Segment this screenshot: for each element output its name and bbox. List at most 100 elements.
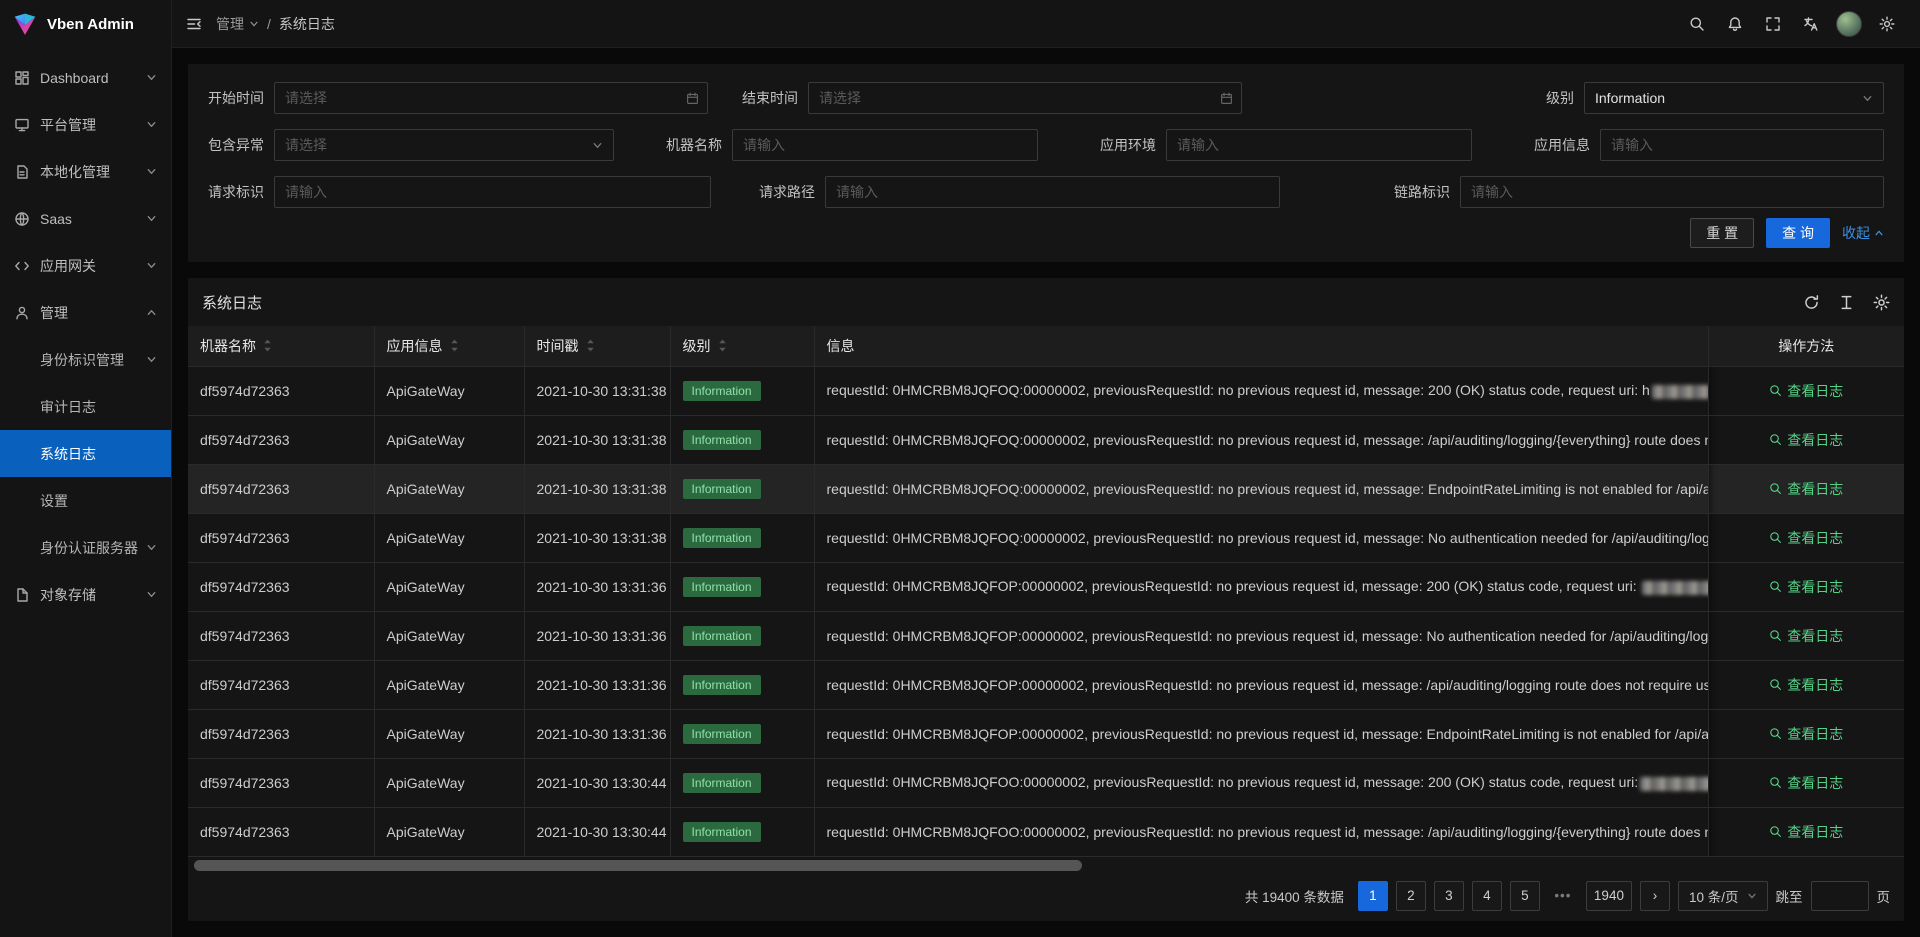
sidebar-item-settings[interactable]: 设置 [0,477,171,524]
view-log-link[interactable]: 查看日志 [1769,822,1843,842]
page-button-1[interactable]: 1 [1358,881,1388,911]
end-time-input[interactable] [808,82,1242,114]
col-timestamp[interactable]: 时间戳 [524,326,670,366]
col-message: 信息 [814,326,1708,366]
page-button-4[interactable]: 4 [1472,881,1502,911]
sidebar-item-object-storage[interactable]: 对象存储 [0,571,171,618]
view-log-link[interactable]: 查看日志 [1769,675,1843,695]
page-size-select[interactable]: 10 条/页 [1678,881,1768,911]
sidebar-item-label: 审计日志 [40,397,96,417]
sidebar-item-label: 管理 [40,303,68,323]
sidebar-item-audit-logs[interactable]: 审计日志 [0,383,171,430]
menu-fold-button[interactable] [186,16,202,32]
view-log-link[interactable]: 查看日志 [1769,479,1843,499]
collapse-toggle[interactable]: 收起 [1842,223,1884,243]
search-submit-button[interactable]: 查 询 [1766,218,1830,248]
cell-message: requestId: 0HMCRBM8JQFOP:00000002, previ… [814,562,1708,611]
cell-message: requestId: 0HMCRBM8JQFOQ:00000002, previ… [814,415,1708,464]
page-button-5[interactable]: 5 [1510,881,1540,911]
jump-page-input[interactable] [1811,881,1869,911]
cell-actions: 查看日志 [1708,758,1904,807]
table-row: df5974d72363 ApiGateWay 2021-10-30 13:31… [188,464,1904,513]
page-button-3[interactable]: 3 [1434,881,1464,911]
cell-level: Information [670,562,814,611]
cell-message: requestId: 0HMCRBM8JQFOP:00000002, previ… [814,611,1708,660]
sidebar-item-identity-server[interactable]: 身份认证服务器 [0,524,171,571]
has-exception-label: 包含异常 [208,135,264,155]
notifications-button[interactable] [1716,0,1754,48]
sidebar-item-localization[interactable]: 本地化管理 [0,148,171,195]
logo[interactable]: Vben Admin [0,0,171,48]
search-icon [1769,629,1782,642]
horizontal-scrollbar [192,860,1900,871]
sidebar-item-gateway[interactable]: 应用网关 [0,242,171,289]
app-root: Vben Admin Dashboard 平台管理 本地化管理 Saas [0,0,1920,937]
page-button-2[interactable]: 2 [1396,881,1426,911]
level-badge: Information [683,430,761,450]
view-log-link[interactable]: 查看日志 [1769,381,1843,401]
machine-name-label: 机器名称 [666,135,722,155]
view-log-link[interactable]: 查看日志 [1769,577,1843,597]
page-content: 开始时间 结束时间 级别 [172,48,1920,937]
app-info-input[interactable] [1600,129,1884,161]
pagination-ellipsis[interactable]: ••• [1548,888,1578,903]
end-time-label: 结束时间 [742,88,798,108]
request-path-input[interactable] [825,176,1280,208]
view-log-link[interactable]: 查看日志 [1769,430,1843,450]
start-time-input[interactable] [274,82,708,114]
settings-button[interactable] [1868,0,1906,48]
cell-machine: df5974d72363 [188,366,374,415]
level-select[interactable]: Information [1584,82,1884,114]
fullscreen-button[interactable] [1754,0,1792,48]
row-height-icon[interactable] [1838,294,1855,311]
view-log-link[interactable]: 查看日志 [1769,528,1843,548]
language-button[interactable] [1792,0,1830,48]
request-id-label: 请求标识 [208,182,264,202]
sidebar-item-system-logs[interactable]: 系统日志 [0,430,171,477]
chevron-up-icon [1874,228,1884,238]
cell-machine: df5974d72363 [188,709,374,758]
sidebar-item-identity-management[interactable]: 身份标识管理 [0,336,171,383]
view-log-link[interactable]: 查看日志 [1769,724,1843,744]
user-menu[interactable] [1830,0,1868,48]
col-level[interactable]: 级别 [670,326,814,366]
refresh-icon[interactable] [1803,294,1820,311]
view-log-link[interactable]: 查看日志 [1769,773,1843,793]
cell-machine: df5974d72363 [188,464,374,513]
scrollbar-thumb[interactable] [194,860,1082,871]
sidebar-item-platform[interactable]: 平台管理 [0,101,171,148]
cell-app: ApiGateWay [374,415,524,464]
table-row: df5974d72363 ApiGateWay 2021-10-30 13:30… [188,758,1904,807]
sidebar-item-label: 系统日志 [40,444,96,464]
search-icon [1769,825,1782,838]
cell-actions: 查看日志 [1708,709,1904,758]
sidebar-item-admin[interactable]: 管理 [0,289,171,336]
reset-button[interactable]: 重 置 [1690,218,1754,248]
has-exception-select[interactable]: 请选择 [274,129,614,161]
sidebar-item-dashboard[interactable]: Dashboard [0,54,171,101]
search-icon [1769,580,1782,593]
app-env-input[interactable] [1166,129,1472,161]
breadcrumb-section[interactable]: 管理 [216,14,259,34]
col-app-info[interactable]: 应用信息 [374,326,524,366]
trace-id-input[interactable] [1460,176,1884,208]
page-button-last[interactable]: 1940 [1586,881,1632,911]
col-machine-name[interactable]: 机器名称 [188,326,374,366]
cell-app: ApiGateWay [374,464,524,513]
search-button[interactable] [1678,0,1716,48]
search-icon [1769,678,1782,691]
column-settings-icon[interactable] [1873,294,1890,311]
level-label: 级别 [1546,88,1574,108]
level-badge: Information [683,577,761,597]
machine-name-input[interactable] [732,129,1038,161]
breadcrumb: 管理 / 系统日志 [216,14,335,34]
calendar-icon [1220,92,1233,105]
next-page-button[interactable]: › [1640,881,1670,911]
sidebar-item-saas[interactable]: Saas [0,195,171,242]
table-row: df5974d72363 ApiGateWay 2021-10-30 13:31… [188,562,1904,611]
cell-message: requestId: 0HMCRBM8JQFOO:00000002, previ… [814,807,1708,856]
view-log-link[interactable]: 查看日志 [1769,626,1843,646]
request-id-input[interactable] [274,176,711,208]
level-badge: Information [683,773,761,793]
search-icon [1769,776,1782,789]
